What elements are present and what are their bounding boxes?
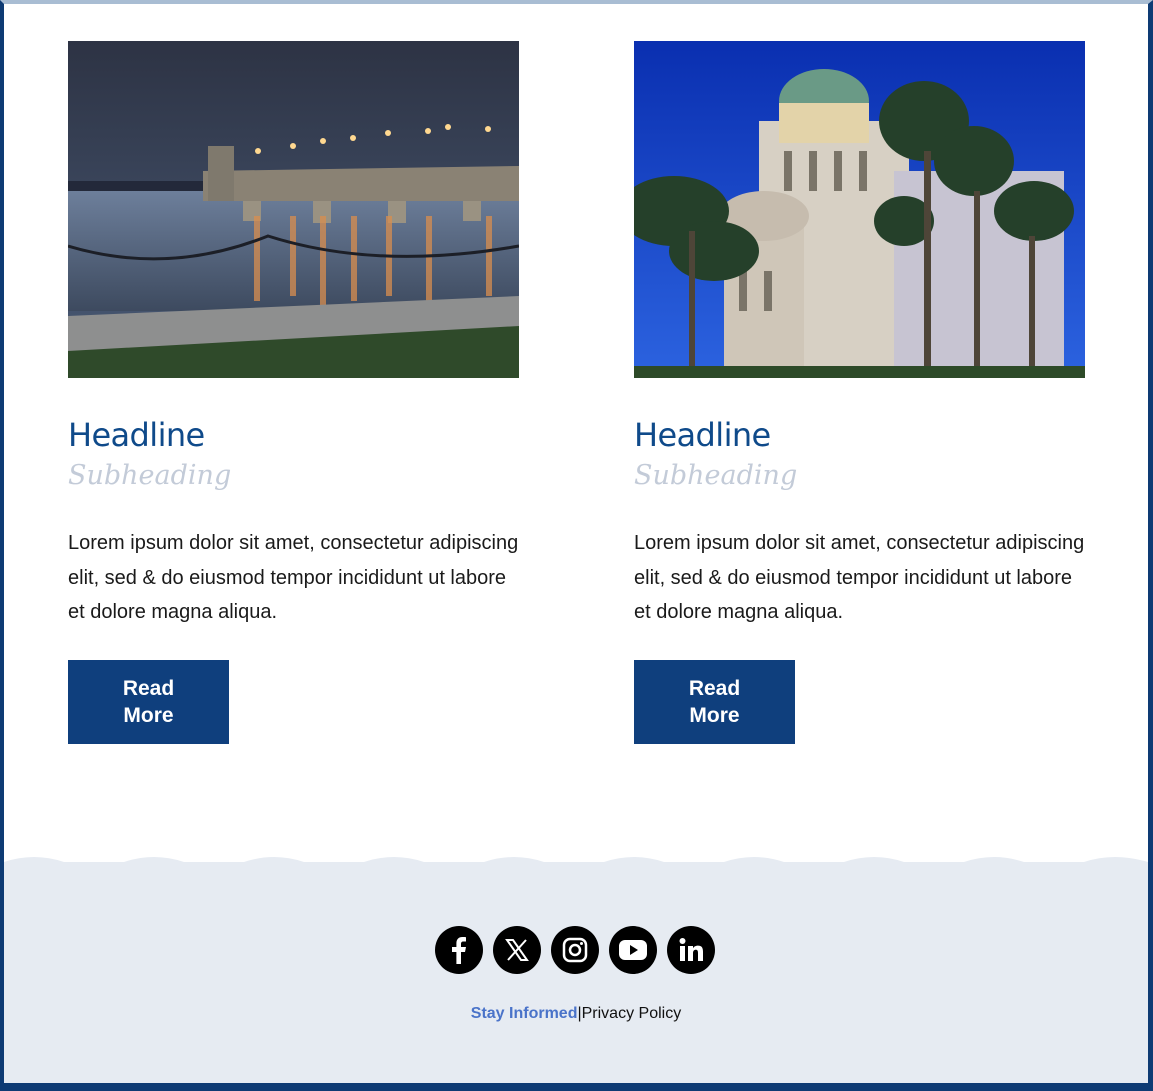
footer: Stay Informed|Privacy Policy — [4, 857, 1148, 1083]
body-text: Lorem ipsum dolor sit amet, consectetur … — [634, 532, 1085, 623]
footer-links: Stay Informed|Privacy Policy — [4, 1005, 1148, 1023]
social-links — [435, 926, 715, 974]
read-more-button[interactable]: Read More — [68, 659, 229, 744]
read-more-button[interactable]: Read More — [634, 659, 795, 744]
email-container: Headline Subheading Lorem ipsum dolor si… — [0, 0, 1153, 1091]
x-icon[interactable] — [493, 926, 541, 974]
facebook-icon[interactable] — [435, 926, 483, 974]
subheading: Subheading — [68, 460, 232, 491]
headline: Headline — [634, 416, 771, 454]
article-card-1: Headline Subheading Lorem ipsum dolor si… — [68, 41, 520, 744]
wave-divider — [4, 857, 1148, 872]
linkedin-icon[interactable] — [667, 926, 715, 974]
headline: Headline — [68, 416, 205, 454]
article-card-2: Headline Subheading Lorem ipsum dolor si… — [634, 41, 1086, 744]
instagram-icon[interactable] — [551, 926, 599, 974]
body-text: Lorem ipsum dolor sit amet, consectetur … — [68, 532, 519, 623]
privacy-policy-link[interactable]: Privacy Policy — [582, 1005, 682, 1022]
subheading: Subheading — [634, 460, 798, 491]
bridge-photo[interactable] — [68, 41, 519, 378]
youtube-icon[interactable] — [609, 926, 657, 974]
stay-informed-link[interactable]: Stay Informed — [471, 1005, 578, 1022]
cathedral-photo[interactable] — [634, 41, 1085, 378]
